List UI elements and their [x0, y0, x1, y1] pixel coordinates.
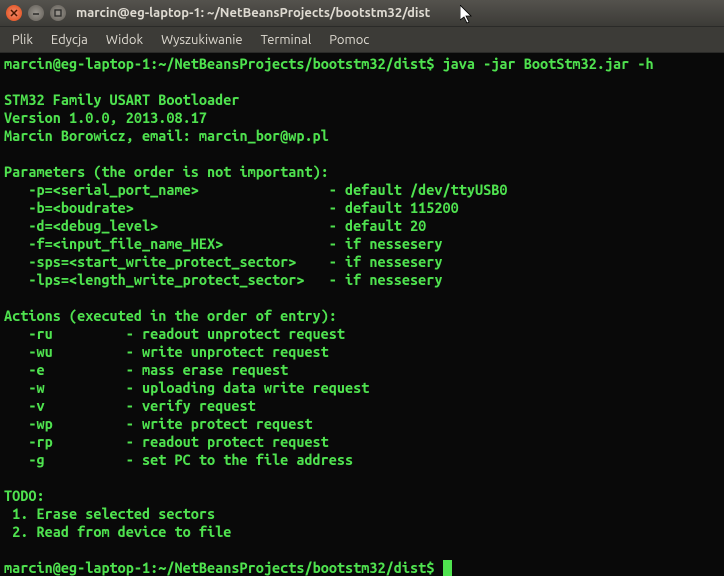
menu-wyszukiwanie[interactable]: Wyszukiwanie	[153, 30, 251, 50]
prompt-path: ~/NetBeansProjects/bootstm32/dist	[158, 55, 426, 72]
prompt-symbol: $	[426, 55, 434, 72]
close-button[interactable]	[6, 5, 22, 21]
prompt-path-2: ~/NetBeansProjects/bootstm32/dist	[158, 559, 426, 576]
titlebar: marcin@eg-laptop-1: ~/NetBeansProjects/b…	[0, 0, 724, 27]
prompt-user-host: marcin@eg-laptop-1	[4, 55, 150, 72]
prompt-symbol-2: $	[426, 559, 434, 576]
terminal-output[interactable]: marcin@eg-laptop-1:~/NetBeansProjects/bo…	[0, 53, 724, 576]
prompt-user-host-2: marcin@eg-laptop-1	[4, 559, 150, 576]
menu-plik[interactable]: Plik	[4, 30, 41, 50]
terminal-lines: STM32 Family USART Bootloader Version 1.…	[4, 91, 507, 540]
window-title: marcin@eg-laptop-1: ~/NetBeansProjects/b…	[76, 6, 718, 20]
window-buttons	[6, 5, 66, 21]
terminal-cursor	[443, 560, 452, 576]
minimize-button[interactable]	[28, 5, 44, 21]
menu-pomoc[interactable]: Pomoc	[321, 30, 377, 50]
menu-widok[interactable]: Widok	[98, 30, 151, 50]
menubar: Plik Edycja Widok Wyszukiwanie Terminal …	[0, 27, 724, 53]
maximize-button[interactable]	[50, 5, 66, 21]
command-text: java -jar BootStm32.jar -h	[443, 55, 654, 72]
menu-edycja[interactable]: Edycja	[43, 30, 96, 50]
menu-terminal[interactable]: Terminal	[253, 30, 320, 50]
